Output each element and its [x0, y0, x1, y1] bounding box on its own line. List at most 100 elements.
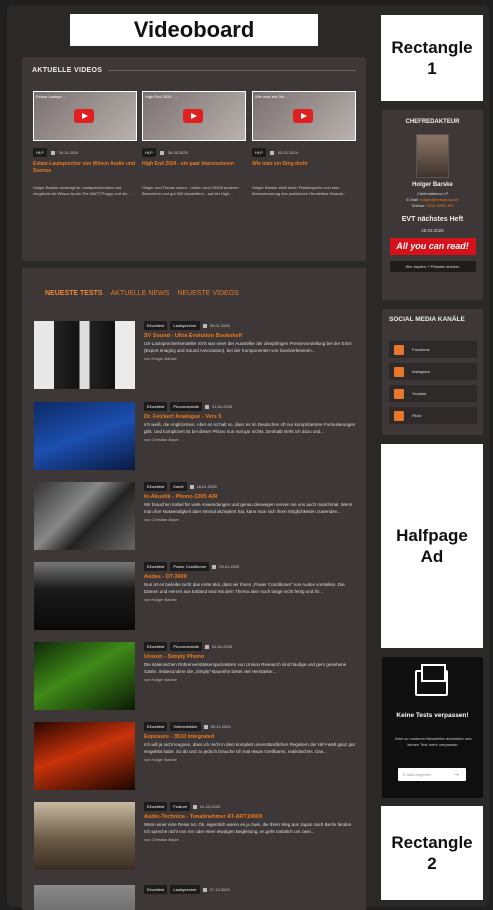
article-image[interactable]: [34, 642, 135, 710]
editor-name: Holger Barske: [412, 182, 453, 188]
social-item-instagram[interactable]: Instagram: [389, 363, 477, 380]
article-excerpt: Die italienischen Röhrenverstärkerspezia…: [144, 662, 347, 674]
calendar-icon: [50, 150, 55, 155]
ad-label: Ad: [420, 547, 444, 566]
tab-neueste-tests[interactable]: NEUESTE TESTS: [45, 290, 103, 297]
article-title[interactable]: Audio-Technica - Tonabnehmer AT-ART1000X: [144, 814, 358, 820]
category-badge[interactable]: HLP: [142, 148, 156, 157]
article-item[interactable]: Einzeltest Lautsprecher 30.01.2025 SV Soun…: [34, 321, 358, 389]
video-card[interactable]: Exlam-Lautspr... HLP 16.11.2024 Exlam-La…: [33, 91, 137, 197]
article-item[interactable]: Einzeltest Feature 01.12.2024 Audio-Techni…: [34, 802, 358, 870]
article-date: 30.01.2025: [209, 323, 230, 328]
category-badge[interactable]: Einzeltest: [144, 402, 168, 411]
subcategory-badge[interactable]: Lautsprecher: [170, 885, 200, 894]
flickr-icon: [394, 410, 404, 421]
category-badge[interactable]: Einzeltest: [144, 562, 168, 571]
halfpage-ad[interactable]: Halfpage Ad: [381, 444, 483, 648]
social-item-facebook[interactable]: Facebook: [389, 341, 477, 358]
social-label: Instagram: [412, 369, 430, 374]
article-date: 02.01.2025: [212, 644, 233, 649]
newsletter-email-input[interactable]: → E-Mail Angeben: [398, 768, 466, 781]
email-link[interactable]: holger@einsgroup.de: [420, 197, 458, 202]
video-description: Holger und Florian waren - neben rund 20…: [142, 185, 239, 196]
video-title[interactable]: High End 2024 - ein paar Impressionen: [142, 161, 246, 175]
article-author: von Christian Bayer: [144, 837, 179, 843]
article-image[interactable]: [34, 482, 135, 550]
category-badge[interactable]: Einzeltest: [144, 642, 168, 651]
article-image[interactable]: [34, 802, 135, 870]
thumb-title: Wie man ein Din...: [255, 94, 288, 99]
subcategory-badge[interactable]: Phonovorstufe: [170, 642, 203, 651]
tab-aktuelle-news[interactable]: AKTUELLE NEWS: [111, 290, 170, 297]
article-meta: Einzeltest Lautsprecher 17.12.2024: [144, 885, 358, 894]
article-item[interactable]: Einzeltest Kabel 16.01.2025 In-Akustik - P…: [34, 482, 358, 550]
evt-heading: EVT nächstes Heft: [401, 216, 464, 223]
subcategory-badge[interactable]: Lautsprecher: [170, 321, 200, 330]
article-date: 09.12.2024: [210, 724, 231, 729]
evt-date: 25.03.2025: [421, 228, 444, 233]
category-badge[interactable]: Einzeltest: [144, 885, 168, 894]
video-thumbnail[interactable]: Wie man ein Din...: [252, 91, 356, 141]
newsletter-panel: Keine Tests verpassen! Jetzt zu unserem …: [382, 657, 483, 798]
video-title[interactable]: Exlam-Lautsprecher von Wilson Audio und …: [33, 161, 137, 175]
rectangle-2-ad[interactable]: Rectangle 2: [381, 806, 483, 900]
category-badge[interactable]: Einzeltest: [144, 802, 168, 811]
subcategory-badge[interactable]: Vollverstärker: [170, 722, 201, 731]
youtube-play-icon[interactable]: [183, 109, 203, 123]
article-image[interactable]: [34, 321, 135, 389]
article-title[interactable]: SV Sound - Ultra Evolution Bookshelf: [144, 333, 358, 339]
article-excerpt: Ich will ja nicht leugnen, dass ich mich…: [144, 742, 355, 754]
article-title[interactable]: Dr. Feickert Analogue - Vers 5: [144, 414, 358, 420]
category-badge[interactable]: HLP: [252, 148, 266, 157]
category-badge[interactable]: Einzeltest: [144, 722, 168, 731]
category-badge[interactable]: Einzeltest: [144, 321, 168, 330]
subcategory-badge[interactable]: Kabel: [170, 482, 187, 491]
article-item[interactable]: Einzeltest Lautsprecher 17.12.2024: [34, 885, 358, 910]
all-you-can-read-banner[interactable]: All you can read!: [389, 238, 476, 255]
tab-neueste-videos[interactable]: NEUESTE VIDEOS: [177, 290, 238, 297]
chefredakteur-panel: CHEFREDAKTEUR Holger Barske Chefredakteu…: [382, 110, 483, 300]
calendar-icon: [189, 484, 194, 489]
arrow-right-icon[interactable]: →: [453, 768, 460, 781]
subcategory-badge[interactable]: Feature: [170, 802, 191, 811]
article-image[interactable]: [34, 402, 135, 470]
video-date: 26.05.2024: [167, 150, 188, 155]
ad-label: Rectangle: [391, 37, 473, 57]
article-title[interactable]: In-Akustik - Phono-1205 AIR: [144, 494, 358, 500]
article-item[interactable]: Einzeltest Phonovorstufe 22.01.2025 Dr. Fe…: [34, 402, 358, 470]
article-title[interactable]: Exposure - 3510 Integrated: [144, 734, 358, 740]
video-card[interactable]: Wie man ein Din... HLP 03.02.2024 Wie ma…: [252, 91, 356, 197]
article-image[interactable]: [34, 562, 135, 630]
article-excerpt: Ich weiß, die Anglizismen. Aber es ist h…: [144, 422, 356, 434]
article-title[interactable]: Audes - DT-3600: [144, 574, 358, 580]
video-meta: HLP 26.05.2024: [142, 148, 246, 157]
video-thumbnail[interactable]: High End 2024 - ...: [142, 91, 246, 141]
article-item[interactable]: Einzeltest Vollverstärker 09.12.2024 Expos…: [34, 722, 358, 790]
article-item[interactable]: Einzeltest Phonovorstufe 02.01.2025 Unison…: [34, 642, 358, 710]
video-card[interactable]: High End 2024 - ... HLP 26.05.2024 High …: [142, 91, 246, 197]
ad-label: Rectangle: [391, 832, 473, 852]
article-image[interactable]: [34, 722, 135, 790]
article-image[interactable]: [34, 885, 135, 910]
calendar-icon: [159, 150, 164, 155]
article-item[interactable]: Einzeltest Power Conditioner 09.01.2025 Au…: [34, 562, 358, 630]
subcategory-badge[interactable]: Phonovorstufe: [170, 402, 203, 411]
video-description: Holger Barske schwelgt im Lautsprecherlo…: [33, 185, 131, 196]
youtube-play-icon[interactable]: [74, 109, 94, 123]
buy-button[interactable]: Hier kaufen + Prämien sichern: [389, 261, 476, 272]
rectangle-1-ad[interactable]: Rectangle 1: [381, 15, 483, 101]
youtube-play-icon[interactable]: [293, 109, 313, 123]
social-media-panel: SOCIAL MEDIA KANÄLE Facebook Instagram Y…: [382, 309, 483, 435]
article-excerpt: US-Lautsprecherhersteller SVS war einer …: [144, 341, 352, 353]
article-date: 16.01.2025: [196, 484, 217, 489]
article-title[interactable]: Unison - Simply Phono: [144, 654, 358, 660]
video-thumbnail[interactable]: Exlam-Lautspr...: [33, 91, 137, 141]
social-heading: SOCIAL MEDIA KANÄLE: [389, 316, 465, 323]
category-badge[interactable]: HLP: [33, 148, 47, 157]
category-badge[interactable]: Einzeltest: [144, 482, 168, 491]
social-item-youtube[interactable]: Youtube: [389, 385, 477, 402]
phone-link[interactable]: 0203-4292-109: [427, 203, 454, 208]
video-title[interactable]: Wie man ein Ding dreht: [252, 161, 356, 175]
social-item-flickr[interactable]: Flickr: [389, 407, 477, 424]
subcategory-badge[interactable]: Power Conditioner: [170, 562, 210, 571]
